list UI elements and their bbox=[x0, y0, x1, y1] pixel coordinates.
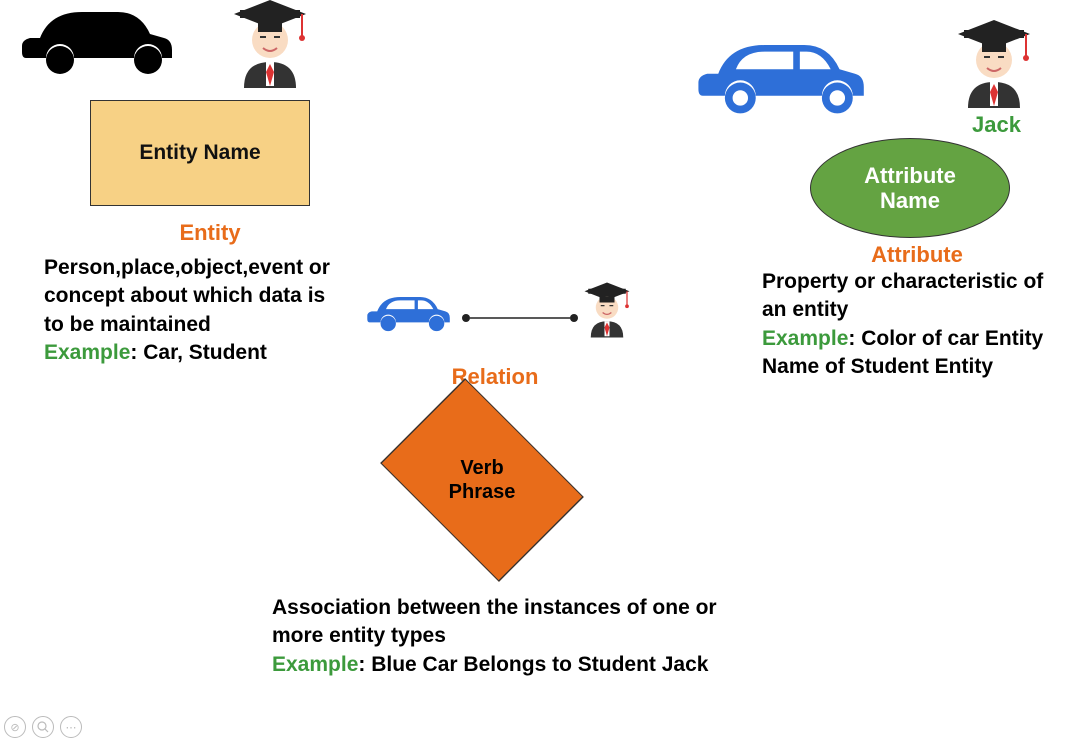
relation-title: Relation bbox=[430, 364, 560, 390]
viewer-toolbar: ⊘ ⋯ bbox=[4, 716, 82, 738]
entity-title: Entity bbox=[150, 220, 270, 246]
entity-shape: Entity Name bbox=[90, 100, 310, 206]
student-icon bbox=[582, 282, 632, 343]
tool-button-1[interactable]: ⊘ bbox=[4, 716, 26, 738]
car-icon bbox=[364, 290, 452, 341]
student-icon bbox=[230, 0, 310, 93]
example-label: Example bbox=[272, 653, 358, 676]
attribute-title: Attribute bbox=[852, 242, 982, 268]
example-label: Example bbox=[44, 341, 130, 364]
relation-shape-label: Verb Phrase bbox=[382, 456, 582, 504]
relation-description: Association between the instances of one… bbox=[272, 594, 772, 679]
car-icon bbox=[16, 2, 176, 85]
entity-shape-label: Entity Name bbox=[139, 141, 260, 165]
entity-description: Person,place,object,event or concept abo… bbox=[44, 254, 344, 367]
example-label: Example bbox=[762, 327, 848, 350]
zoom-icon[interactable] bbox=[32, 716, 54, 738]
attribute-shape: Attribute Name bbox=[810, 138, 1010, 238]
attribute-description: Property or characteristic of an entity … bbox=[762, 268, 1070, 381]
relation-line bbox=[460, 310, 580, 331]
car-icon bbox=[690, 34, 870, 125]
student-icon bbox=[954, 20, 1034, 113]
more-icon[interactable]: ⋯ bbox=[60, 716, 82, 738]
attribute-shape-label: Attribute Name bbox=[864, 163, 956, 214]
relation-shape: Verb Phrase bbox=[382, 410, 582, 550]
student-name-label: Jack bbox=[972, 112, 1021, 138]
